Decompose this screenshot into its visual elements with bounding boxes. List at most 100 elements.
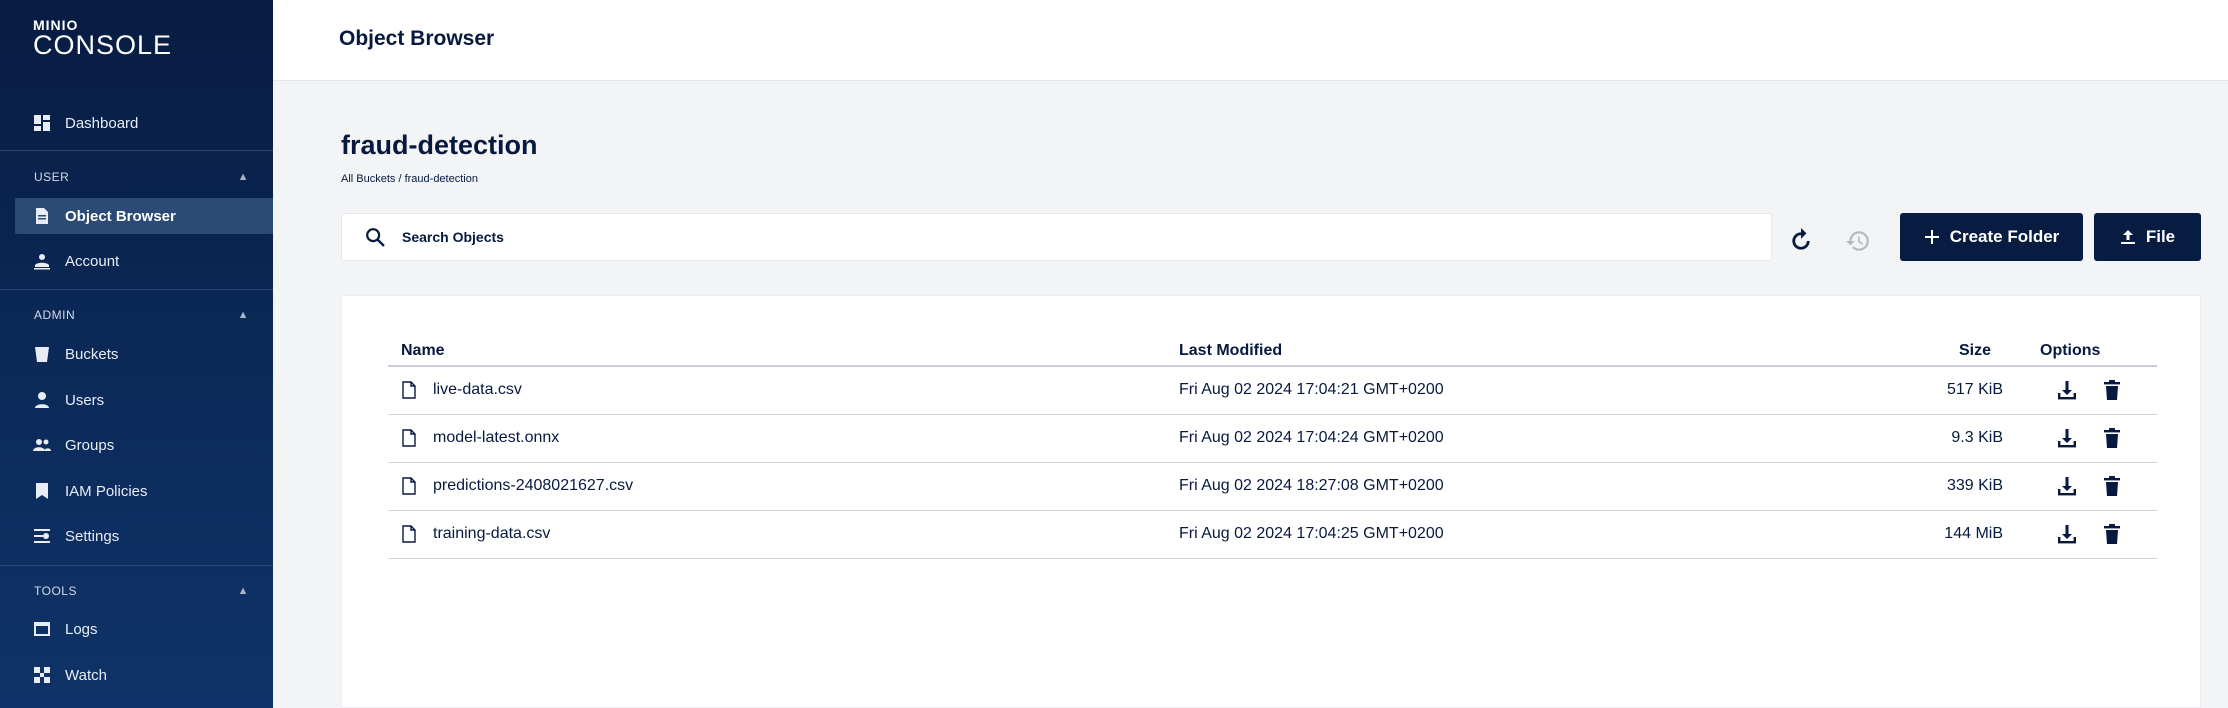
sidebar-divider [0, 565, 273, 566]
last-modified: Fri Aug 02 2024 18:27:08 GMT+0200 [1179, 477, 1444, 494]
logs-icon [33, 620, 51, 638]
delete-button[interactable] [2101, 475, 2123, 497]
objects-table: Name Last Modified Size Options live-dat… [341, 295, 2201, 708]
section-user-header[interactable]: USER ▲ [34, 170, 249, 184]
download-icon [2058, 525, 2076, 544]
file-size: 517 KiB [1946, 381, 2003, 398]
sidebar-divider [0, 150, 273, 151]
sidebar-divider [0, 289, 273, 290]
section-admin-header[interactable]: ADMIN ▲ [34, 308, 249, 322]
sidebar-item-label: Users [65, 391, 105, 409]
table-row[interactable]: model-latest.onnx Fri Aug 02 2024 17:04:… [388, 415, 2157, 463]
download-icon [2058, 429, 2076, 448]
minio-console-logo[interactable]: MINIO CONSOLE [33, 18, 173, 60]
refresh-icon [1792, 228, 1810, 250]
create-folder-label: Create Folder [1949, 227, 2060, 246]
sidebar-item-label: IAM Policies [65, 482, 148, 500]
trash-icon [2104, 380, 2120, 400]
delete-button[interactable] [2101, 523, 2123, 545]
document-icon [33, 207, 51, 225]
sidebar-item-label: Settings [65, 527, 120, 545]
search-input[interactable] [402, 229, 1702, 245]
last-modified: Fri Aug 02 2024 17:04:25 GMT+0200 [1179, 525, 1444, 542]
trash-icon [2104, 476, 2120, 496]
sidebar-item-watch[interactable]: Watch [15, 657, 273, 693]
bookmark-icon [33, 482, 51, 500]
sidebar-item-settings[interactable]: Settings [15, 518, 273, 554]
sidebar-item-object-browser[interactable]: Object Browser [15, 198, 273, 234]
trash-icon [2104, 524, 2120, 544]
history-icon [1846, 231, 1869, 251]
sidebar-item-groups[interactable]: Groups [15, 427, 273, 463]
table-row[interactable]: training-data.csv Fri Aug 02 2024 17:04:… [388, 511, 2157, 559]
file-name[interactable]: training-data.csv [433, 525, 550, 543]
search-bar [341, 213, 1772, 261]
download-button[interactable] [2056, 523, 2078, 545]
column-header-last-modified[interactable]: Last Modified [1179, 342, 1282, 360]
sidebar-item-users[interactable]: Users [15, 382, 273, 418]
settings-icon [33, 527, 51, 545]
breadcrumb[interactable]: All Buckets / fraud-detection [341, 173, 478, 185]
upload-file-button[interactable]: File [2094, 213, 2201, 261]
delete-button[interactable] [2101, 427, 2123, 449]
column-header-size[interactable]: Size [1959, 342, 1991, 360]
last-modified: Fri Aug 02 2024 17:04:24 GMT+0200 [1179, 429, 1444, 446]
file-size: 339 KiB [1946, 477, 2003, 494]
dashboard-icon [33, 114, 51, 132]
user-icon [33, 391, 51, 409]
rewind-button[interactable] [1842, 225, 1874, 257]
chevron-up-icon: ▲ [237, 171, 249, 183]
sidebar-item-label: Buckets [65, 345, 119, 363]
file-icon [402, 381, 416, 399]
download-button[interactable] [2056, 475, 2078, 497]
sidebar-item-account[interactable]: Account [15, 243, 273, 279]
file-icon [402, 525, 416, 543]
section-title: USER [34, 170, 70, 184]
sidebar-item-buckets[interactable]: Buckets [15, 336, 273, 372]
search-icon [366, 228, 385, 247]
download-button[interactable] [2056, 379, 2078, 401]
file-name[interactable]: live-data.csv [433, 381, 522, 399]
sidebar-item-label: Groups [65, 436, 115, 454]
file-icon [402, 429, 416, 447]
sidebar-item-label: Logs [65, 620, 98, 638]
upload-file-label: File [2145, 227, 2176, 246]
chevron-up-icon: ▲ [237, 585, 249, 597]
section-title: TOOLS [34, 584, 77, 598]
logo-big-text: CONSOLE [33, 30, 173, 60]
download-icon [2058, 381, 2076, 400]
page-title: Object Browser [339, 27, 495, 50]
bucket-icon [33, 345, 51, 363]
section-tools-header[interactable]: TOOLS ▲ [34, 584, 249, 598]
account-icon [33, 252, 51, 270]
sidebar-item-iam-policies[interactable]: IAM Policies [15, 473, 273, 509]
plus-icon [1924, 230, 1939, 244]
file-size: 9.3 KiB [1951, 429, 2003, 446]
watch-icon [33, 666, 51, 684]
sidebar-item-logs[interactable]: Logs [15, 611, 273, 647]
file-size: 144 MiB [1944, 525, 2003, 542]
sidebar-item-label: Object Browser [65, 207, 176, 225]
file-name[interactable]: model-latest.onnx [433, 429, 559, 447]
upload-icon [2120, 230, 2135, 244]
sidebar-item-dashboard[interactable]: Dashboard [15, 105, 273, 141]
file-icon [402, 477, 416, 495]
create-folder-button[interactable]: Create Folder [1900, 213, 2083, 261]
download-button[interactable] [2056, 427, 2078, 449]
delete-button[interactable] [2101, 379, 2123, 401]
trash-icon [2104, 428, 2120, 448]
bucket-title: fraud-detection [341, 130, 538, 160]
file-name[interactable]: predictions-2408021627.csv [433, 477, 633, 495]
column-header-options: Options [2040, 342, 2101, 359]
top-bar: Object Browser [273, 0, 2228, 81]
last-modified: Fri Aug 02 2024 17:04:21 GMT+0200 [1179, 381, 1444, 398]
column-header-name[interactable]: Name [401, 342, 445, 360]
sidebar-item-label: Account [65, 252, 120, 270]
groups-icon [33, 436, 51, 454]
table-row[interactable]: live-data.csv Fri Aug 02 2024 17:04:21 G… [388, 367, 2157, 415]
refresh-button[interactable] [1785, 225, 1817, 257]
section-title: ADMIN [34, 308, 76, 322]
chevron-up-icon: ▲ [237, 309, 249, 321]
table-row[interactable]: predictions-2408021627.csv Fri Aug 02 20… [388, 463, 2157, 511]
download-icon [2058, 477, 2076, 496]
